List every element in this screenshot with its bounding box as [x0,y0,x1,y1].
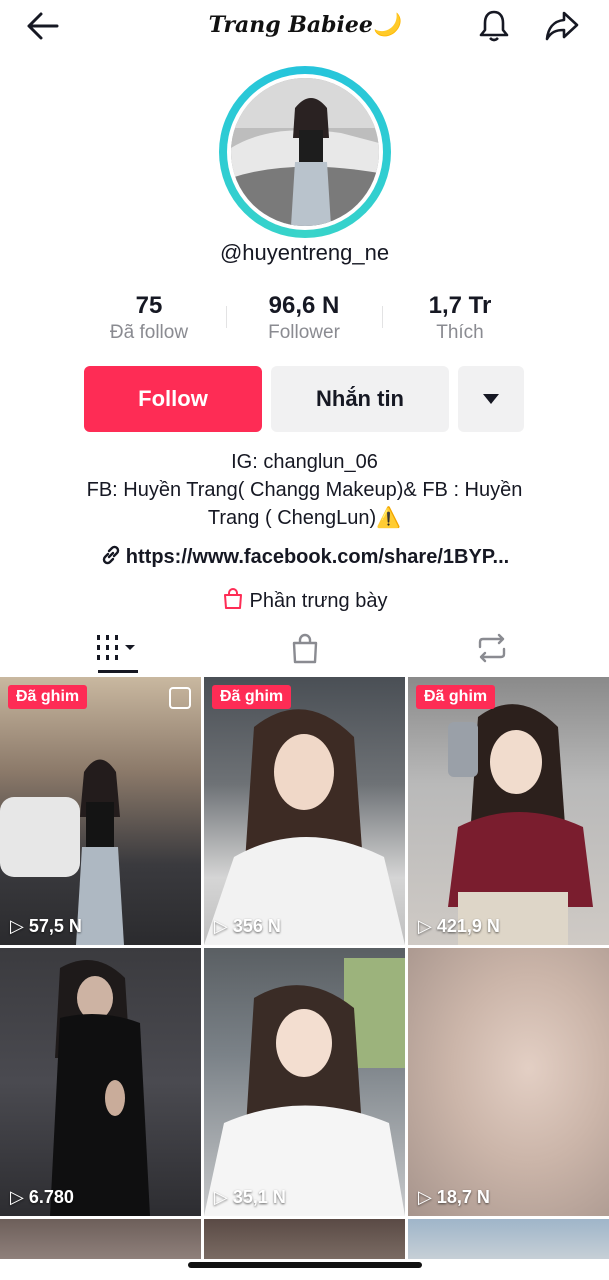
stat-divider [382,306,383,328]
stat-divider [226,306,227,328]
message-button[interactable]: Nhắn tin [271,366,449,432]
view-count-value: 35,1 N [232,1187,286,1207]
repost-icon [478,633,505,663]
grid-icon [96,635,135,660]
multi-photo-icon [169,687,191,709]
shopping-bag-icon [222,588,244,616]
bell-icon[interactable] [472,4,516,48]
shopping-bag-icon [292,633,317,664]
play-icon: ▷ [418,1187,432,1207]
followers-label: Follower [268,322,340,343]
showcase-link[interactable]: Phần trưng bày [0,588,609,616]
follow-button[interactable]: Follow [84,366,262,432]
content-tabs [0,620,609,676]
view-count-value: 421,9 N [436,916,500,936]
avatar[interactable] [231,78,379,226]
play-icon: ▷ [418,916,432,936]
profile-link[interactable]: https://www.facebook.com/share/1BYP... [0,544,609,572]
stat-following[interactable]: 75 Đã follow [74,292,224,344]
pinned-badge: Đã ghim [416,685,496,709]
share-icon[interactable] [540,4,584,48]
view-count: ▷ 18,7 N [418,1187,490,1208]
tab-shop[interactable] [203,620,406,676]
pinned-badge: Đã ghim [8,685,88,709]
view-count: ▷ 35,1 N [214,1187,286,1208]
view-count-value: 57,5 N [28,916,82,936]
video-thumbnail[interactable]: Đã ghim ▷ 57,5 N [0,677,201,945]
view-count-value: 356 N [232,916,281,936]
play-icon: ▷ [214,916,228,936]
video-thumbnail[interactable] [204,1219,405,1259]
bio-line-facebook: FB: Huyền Trang( Changg Makeup)& FB : Hu… [86,479,523,501]
video-thumbnail[interactable]: ▷ 6.780 [0,948,201,1216]
link-icon [100,544,122,572]
following-label: Đã follow [109,322,189,343]
tab-reposts[interactable] [390,620,593,676]
following-count: 75 [135,292,163,319]
view-count: ▷ 57,5 N [10,916,82,937]
bio-line-facebook-cont: Trang ( ChengLun)⚠️ [207,507,402,529]
profile-link-text: https://www.facebook.com/share/1BYP... [125,546,510,568]
top-bar: Trang Babiee🌙 [0,0,609,56]
avatar-ring[interactable] [219,66,391,238]
active-tab-indicator [98,670,138,673]
followers-count: 96,6 N [268,292,340,319]
play-icon: ▷ [214,1187,228,1207]
view-count: ▷ 6.780 [10,1187,74,1208]
video-thumbnail[interactable]: Đã ghim ▷ 421,9 N [408,677,609,945]
stat-followers[interactable]: 96,6 N Follower [229,292,379,344]
video-thumbnail[interactable]: ▷ 18,7 N [408,948,609,1216]
play-icon: ▷ [10,1187,24,1207]
caret-down-icon [483,394,499,404]
view-count-value: 6.780 [28,1187,74,1207]
view-count: ▷ 356 N [214,916,281,937]
video-thumbnail[interactable]: ▷ 35,1 N [204,948,405,1216]
play-icon: ▷ [10,916,24,936]
video-thumbnail[interactable] [0,1219,201,1259]
showcase-label: Phần trưng bày [249,590,388,612]
pinned-badge: Đã ghim [212,685,292,709]
bio-line-instagram: IG: changlun_06 [231,451,378,473]
view-count-value: 18,7 N [436,1187,490,1207]
likes-count: 1,7 Tr [428,292,492,319]
tab-videos[interactable] [15,620,218,676]
profile-name-title: Trang Babiee🌙 [208,12,401,38]
home-indicator [188,1262,422,1268]
stat-likes[interactable]: 1,7 Tr Thích [385,292,535,344]
more-options-button[interactable] [458,366,524,432]
view-count: ▷ 421,9 N [418,916,500,937]
profile-handle: @huyentreng_ne [219,240,390,265]
video-thumbnail[interactable]: Đã ghim ▷ 356 N [204,677,405,945]
likes-label: Thích [436,322,484,343]
video-thumbnail[interactable] [408,1219,609,1259]
